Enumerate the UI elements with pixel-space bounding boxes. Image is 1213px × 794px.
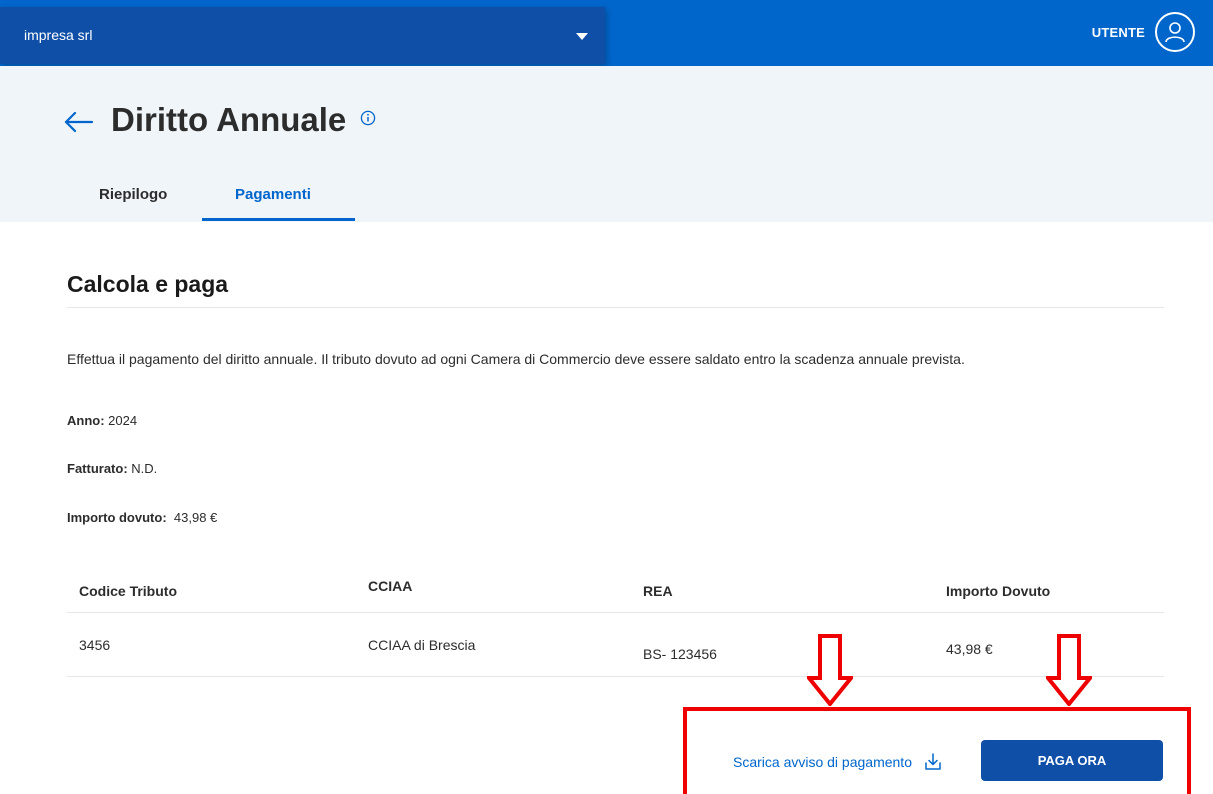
info-anno: Anno: 2024 xyxy=(67,413,137,428)
download-payment-notice-link[interactable]: Scarica avviso di pagamento xyxy=(733,752,942,772)
tab-pagamenti[interactable]: Pagamenti xyxy=(235,186,311,203)
table-header-divider xyxy=(67,612,1164,613)
anno-label: Anno: xyxy=(67,413,105,428)
fatturato-label: Fatturato: xyxy=(67,461,128,476)
table-cell-codice-tributo: 3456 xyxy=(79,637,111,653)
tab-riepilogo[interactable]: Riepilogo xyxy=(99,186,167,203)
table-header-importo-dovuto: Importo Dovuto xyxy=(946,583,1051,599)
table-row-divider xyxy=(67,676,1164,677)
arrow-down-icon xyxy=(1043,634,1095,711)
importo-label: Importo dovuto: xyxy=(67,510,167,525)
section-divider xyxy=(67,307,1164,308)
info-icon[interactable] xyxy=(360,110,376,131)
user-menu[interactable]: UTENTE xyxy=(1092,11,1195,53)
active-tab-indicator xyxy=(202,218,355,221)
user-label: UTENTE xyxy=(1091,24,1145,40)
section-title: Calcola e paga xyxy=(67,271,229,297)
back-arrow-icon[interactable] xyxy=(62,105,96,144)
user-icon[interactable] xyxy=(1155,12,1195,52)
pay-now-button[interactable]: PAGA ORA xyxy=(981,740,1163,781)
table-cell-importo: 43,98 € xyxy=(946,641,993,657)
arrow-down-icon xyxy=(804,634,856,711)
fatturato-value: N.D. xyxy=(131,461,158,476)
importo-value: 43,98 € xyxy=(173,510,218,525)
caret-down-icon xyxy=(576,33,588,40)
table-cell-cciaa: CCIAA di Brescia xyxy=(368,637,476,653)
top-bar: impresa srl UTENTE xyxy=(0,0,1213,66)
table-cell-rea: BS- 123456 xyxy=(643,646,717,662)
download-icon xyxy=(925,753,941,770)
company-name: impresa srl xyxy=(24,27,93,43)
table-header-rea: REA xyxy=(643,583,673,599)
info-fatturato: Fatturato: N.D. xyxy=(67,461,157,476)
anno-value: 2024 xyxy=(108,413,138,428)
info-importo: Importo dovuto: 43,98 € xyxy=(67,510,217,525)
page-header xyxy=(0,66,1213,222)
page-title: Diritto Annuale xyxy=(111,101,347,138)
download-link-label: Scarica avviso di pagamento xyxy=(733,754,912,770)
table-header-codice-tributo: Codice Tributo xyxy=(79,583,177,599)
section-description: Effettua il pagamento del diritto annual… xyxy=(67,351,965,367)
table-header-cciaa: CCIAA xyxy=(368,578,413,594)
company-selector[interactable]: impresa srl xyxy=(0,7,605,64)
